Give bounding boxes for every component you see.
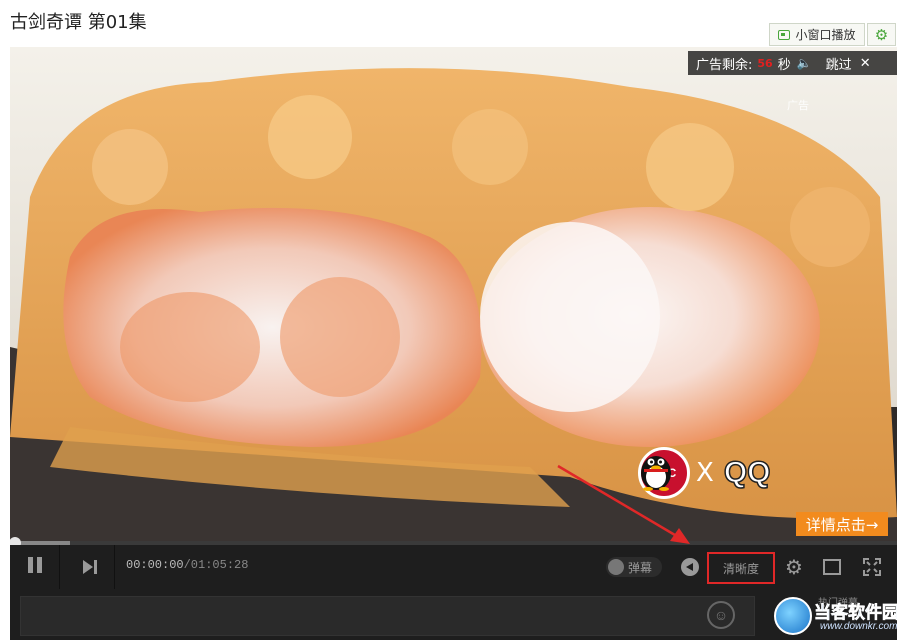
gear-icon: ⚙ [785,556,803,579]
ad-detail-button[interactable]: 详情点击→ [796,512,888,536]
ad-volume-button[interactable]: 🔈 [797,56,812,70]
smiley-icon: ☺ [713,607,729,623]
pause-icon [26,556,44,578]
mini-window-icon [778,29,791,40]
ad-skip-button[interactable]: 跳过 [826,54,852,73]
volume-button[interactable] [678,545,702,589]
video-frame[interactable]: 广告剩余: 56 秒 🔈 跳过 ✕ 广告 KFC X [10,47,897,543]
mini-window-label: 小窗口播放 [795,28,856,42]
danmu-label: 弹幕 [628,560,653,575]
player-settings-button[interactable]: ⚙ [780,545,808,589]
close-icon[interactable]: ✕ [860,56,871,71]
speaker-icon: 🔈 [796,56,812,70]
danmu-bar: ☺ 热门弹幕 [10,589,897,640]
qq-penguin-icon [641,456,671,491]
ad-countdown-bar: 广告剩余: 56 秒 🔈 跳过 ✕ [688,51,897,75]
next-episode-button[interactable] [65,545,115,589]
ad-countdown: 56 [757,56,773,70]
fullscreen-icon [863,558,881,576]
danmu-toggle[interactable]: 弹幕 [606,557,662,577]
total-time: /01:05:28 [183,558,249,572]
time-display: 00:00:00/01:05:28 [126,558,248,572]
brand-times: X [696,458,714,488]
page-title: 古剑奇谭 第01集 [10,12,147,33]
quality-button[interactable]: 清晰度 [707,552,775,584]
current-time: 00:00:00 [126,558,184,572]
fit-screen-button[interactable] [818,545,846,589]
gear-icon: ⚙ [874,26,889,44]
ad-remaining-label: 广告剩余: [696,57,753,73]
fullscreen-button[interactable] [858,545,886,589]
fit-screen-icon [823,559,841,575]
settings-button[interactable]: ⚙ [867,23,896,46]
volume-icon [681,558,699,576]
video-player[interactable]: 广告剩余: 56 秒 🔈 跳过 ✕ 广告 KFC X [10,47,897,589]
pause-button[interactable] [10,545,60,589]
site-watermark: 当客软件园 www.downkr.com [774,597,908,637]
ad-seconds-label: 秒 [777,57,791,73]
watermark-logo-icon [774,597,812,635]
control-bar: 00:00:00/01:05:28 弹幕 清晰度 ⚙ [10,545,897,589]
watermark-site-name: 当客软件园 [814,603,900,624]
emoji-button[interactable]: ☺ [707,601,735,629]
danmu-input[interactable] [20,596,755,636]
ad-tag: 广告 [787,99,809,112]
next-icon [82,560,97,574]
danmu-toggle-dot [608,559,624,575]
qq-logo: QQ [723,455,771,490]
watermark-url: www.downkr.com [820,621,898,632]
mini-window-button[interactable]: 小窗口播放 [769,23,865,46]
ad-brand-logos: KFC X QQ [638,447,771,499]
